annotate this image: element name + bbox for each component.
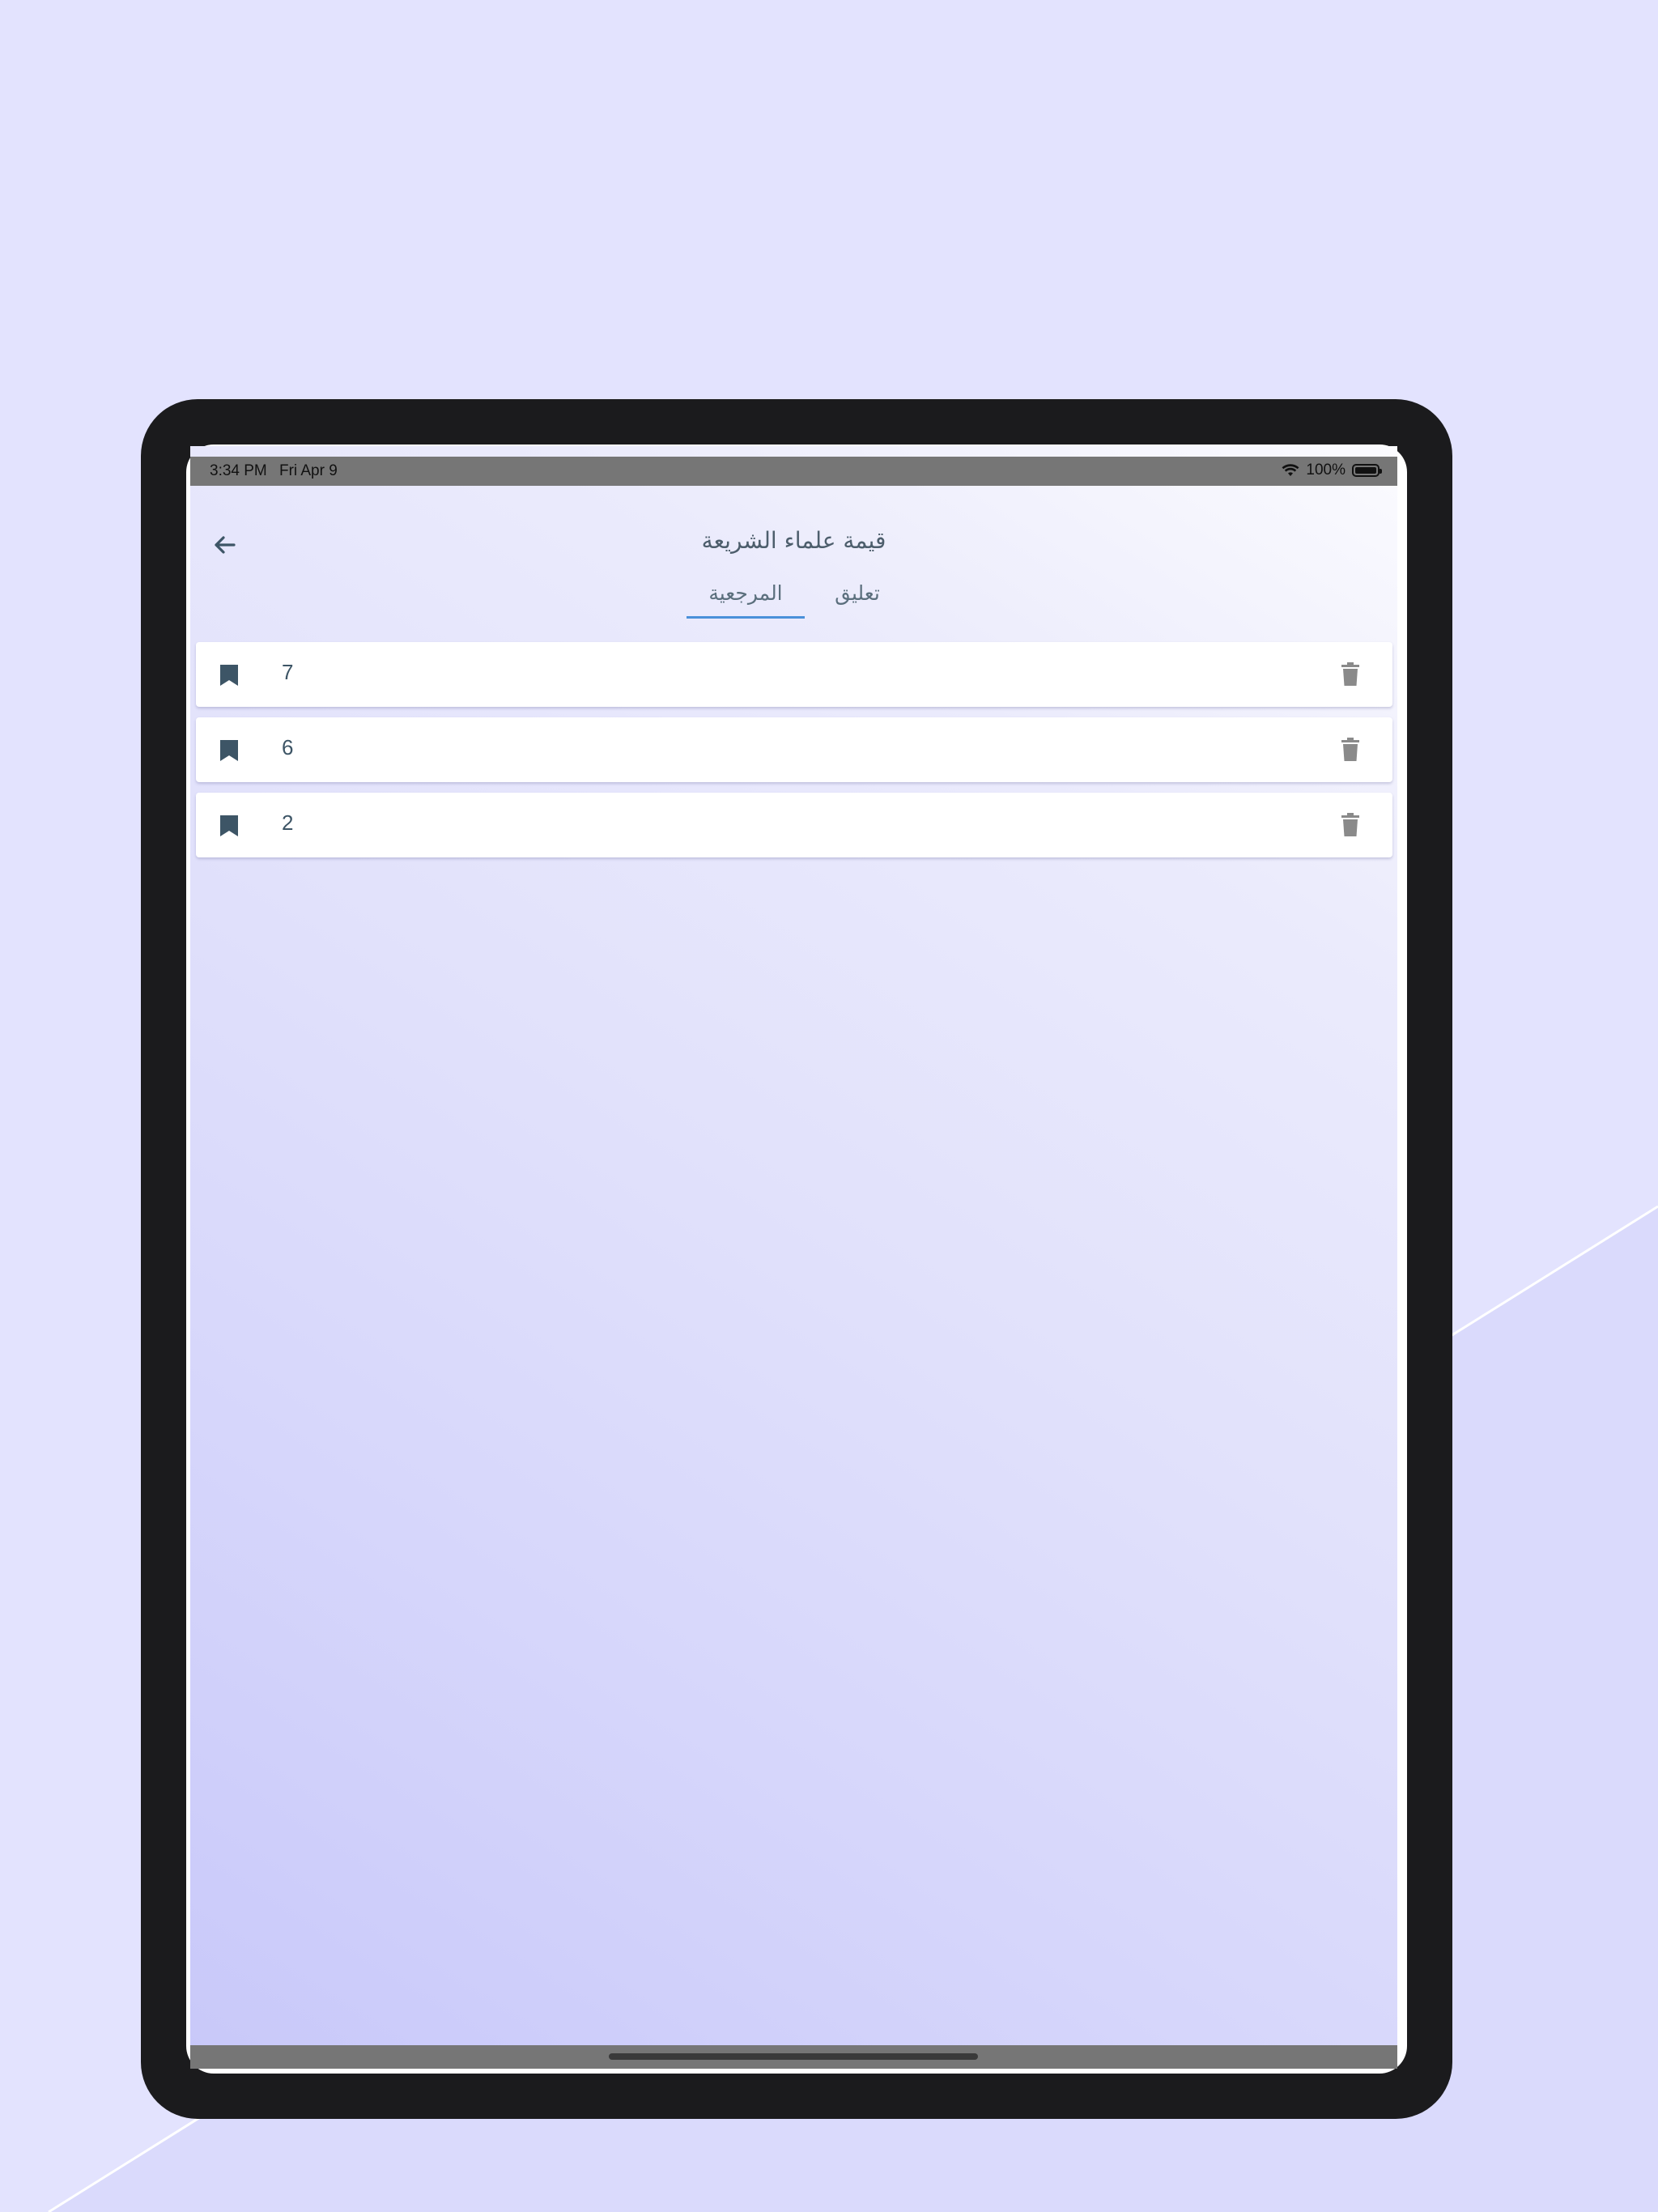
list-item-value: 6 <box>282 735 294 759</box>
home-indicator[interactable] <box>609 2053 978 2060</box>
status-time: 3:34 PM <box>210 462 267 479</box>
wifi-icon <box>1282 464 1299 476</box>
bookmark-icon <box>220 665 238 686</box>
status-bar: 3:34 PM Fri Apr 9 100% <box>190 457 1397 486</box>
status-date: Fri Apr 9 <box>279 462 338 479</box>
tab-bar: المرجعية تعليق <box>687 576 905 619</box>
trash-icon[interactable] <box>1341 812 1360 838</box>
status-indicators: 100% <box>1282 462 1382 479</box>
list-item-value: 2 <box>282 810 294 835</box>
bookmark-icon <box>220 815 238 836</box>
list-item-value: 7 <box>282 660 294 684</box>
battery-icon <box>1352 464 1382 477</box>
trash-icon[interactable] <box>1341 661 1360 687</box>
tab-comment[interactable]: تعليق <box>813 576 902 616</box>
battery-percentage: 100% <box>1306 462 1346 479</box>
page-title: قيمة علماء الشريعة <box>701 527 886 554</box>
battery-level <box>1355 467 1376 474</box>
app-screen: 3:34 PM Fri Apr 9 100% قيمة علماء الشريع… <box>190 446 1397 2069</box>
bookmark-icon <box>220 740 238 761</box>
list-item[interactable]: 2 <box>196 793 1392 857</box>
list-item[interactable]: 7 <box>196 642 1392 707</box>
trash-icon[interactable] <box>1341 737 1360 763</box>
home-bar <box>190 2045 1397 2069</box>
tab-bookmarks[interactable]: المرجعية <box>687 576 805 619</box>
list-item[interactable]: 6 <box>196 717 1392 782</box>
